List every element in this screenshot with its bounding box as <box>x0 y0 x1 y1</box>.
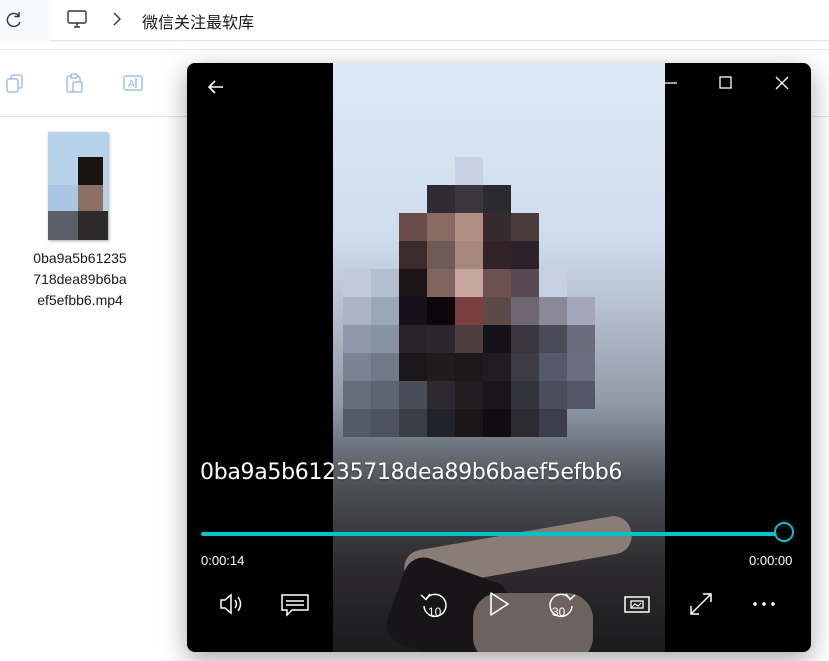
mosaic-block <box>371 325 399 353</box>
mosaic-block <box>455 409 483 437</box>
mosaic-block <box>371 269 399 297</box>
mosaic-block <box>539 297 567 325</box>
mosaic-block <box>511 325 539 353</box>
mosaic-block <box>511 241 539 269</box>
mosaic-block <box>343 297 371 325</box>
volume-icon[interactable] <box>215 587 249 621</box>
this-pc-icon[interactable] <box>66 8 88 30</box>
more-icon[interactable] <box>747 587 781 621</box>
video-frame[interactable] <box>333 63 665 652</box>
refresh-icon[interactable] <box>3 9 25 31</box>
mosaic-block <box>483 269 511 297</box>
mosaic-block <box>427 409 455 437</box>
elapsed-time: 0:00:14 <box>201 553 245 568</box>
fullscreen-icon[interactable] <box>684 587 718 621</box>
mosaic-block <box>399 269 427 297</box>
mosaic-block <box>427 213 455 241</box>
mosaic-block <box>567 297 595 325</box>
mosaic-block <box>371 381 399 409</box>
play-icon[interactable] <box>481 587 515 621</box>
mosaic-block <box>343 269 371 297</box>
mosaic-block <box>539 381 567 409</box>
mosaic-block <box>483 409 511 437</box>
mosaic-block <box>455 157 483 185</box>
seek-bar-track[interactable] <box>201 532 785 536</box>
mosaic-block <box>511 269 539 297</box>
mosaic-block <box>399 381 427 409</box>
mosaic-block <box>455 185 483 213</box>
video-thumbnail <box>48 132 108 240</box>
mosaic-block <box>567 381 595 409</box>
mosaic-block <box>427 297 455 325</box>
mosaic-block <box>539 269 567 297</box>
mosaic-block <box>511 381 539 409</box>
subtitles-icon[interactable] <box>278 587 312 621</box>
mosaic-block <box>483 297 511 325</box>
close-icon[interactable] <box>762 71 802 95</box>
video-title: 0ba9a5b61235718dea89b6baef5efbb6 <box>200 460 623 485</box>
remaining-time: 0:00:00 <box>749 553 793 568</box>
mosaic-block <box>455 269 483 297</box>
mosaic-block <box>427 269 455 297</box>
skip-back-icon[interactable]: 10 <box>418 587 452 621</box>
mosaic-block <box>511 409 539 437</box>
explorer-top-bar: 微信关注最软库 <box>0 0 829 42</box>
mosaic-block <box>483 241 511 269</box>
mosaic-block <box>343 409 371 437</box>
mosaic-block <box>399 297 427 325</box>
skip-forward-label: 30 <box>552 605 566 619</box>
mosaic-block <box>399 213 427 241</box>
mosaic-block <box>455 381 483 409</box>
back-arrow-icon[interactable] <box>201 73 231 101</box>
mosaic-block <box>539 409 567 437</box>
mosaic-block <box>427 325 455 353</box>
paste-icon[interactable] <box>63 72 85 94</box>
copy-icon[interactable] <box>4 72 26 94</box>
mosaic-block <box>399 325 427 353</box>
breadcrumb-folder[interactable]: 微信关注最软库 <box>142 9 254 33</box>
mosaic-block <box>511 213 539 241</box>
mosaic-block <box>399 409 427 437</box>
mosaic-block <box>343 353 371 381</box>
skip-forward-icon[interactable]: 30 <box>544 587 578 621</box>
mosaic-block <box>455 213 483 241</box>
mosaic-block <box>455 241 483 269</box>
mosaic-block <box>511 353 539 381</box>
mosaic-block <box>427 185 455 213</box>
mosaic-block <box>371 409 399 437</box>
mosaic-block <box>427 241 455 269</box>
miniplayer-icon[interactable] <box>620 587 654 621</box>
mosaic-block <box>483 185 511 213</box>
skip-back-label: 10 <box>428 605 442 619</box>
address-bar[interactable]: 微信关注最软库 <box>50 0 829 41</box>
mosaic-block <box>399 241 427 269</box>
file-name: 0ba9a5b61235 718dea89b6ba ef5efbb6.mp4 <box>33 250 127 308</box>
mosaic-block <box>511 297 539 325</box>
mosaic-block <box>427 381 455 409</box>
rename-icon[interactable]: A <box>122 72 144 94</box>
mosaic-block <box>567 353 595 381</box>
mosaic-block <box>343 381 371 409</box>
mosaic-block <box>455 325 483 353</box>
mosaic-block <box>539 353 567 381</box>
mosaic-block <box>343 325 371 353</box>
mosaic-block <box>371 353 399 381</box>
mosaic-block <box>371 297 399 325</box>
mosaic-block <box>399 353 427 381</box>
maximize-icon[interactable] <box>705 71 745 95</box>
chevron-right-icon[interactable] <box>110 9 124 29</box>
mosaic-block <box>483 381 511 409</box>
mosaic-block <box>567 325 595 353</box>
mosaic-block <box>427 353 455 381</box>
mosaic-block <box>539 325 567 353</box>
mosaic-block <box>483 213 511 241</box>
mosaic-block <box>483 325 511 353</box>
svg-text:A: A <box>128 79 135 90</box>
seek-bar-handle[interactable] <box>774 522 794 542</box>
mosaic-block <box>483 353 511 381</box>
mosaic-block <box>455 353 483 381</box>
mosaic-block <box>455 297 483 325</box>
media-player-window[interactable]: 0ba9a5b61235718dea89b6baef5efbb6 0:00:14… <box>187 63 811 652</box>
minimize-icon[interactable] <box>651 71 691 95</box>
